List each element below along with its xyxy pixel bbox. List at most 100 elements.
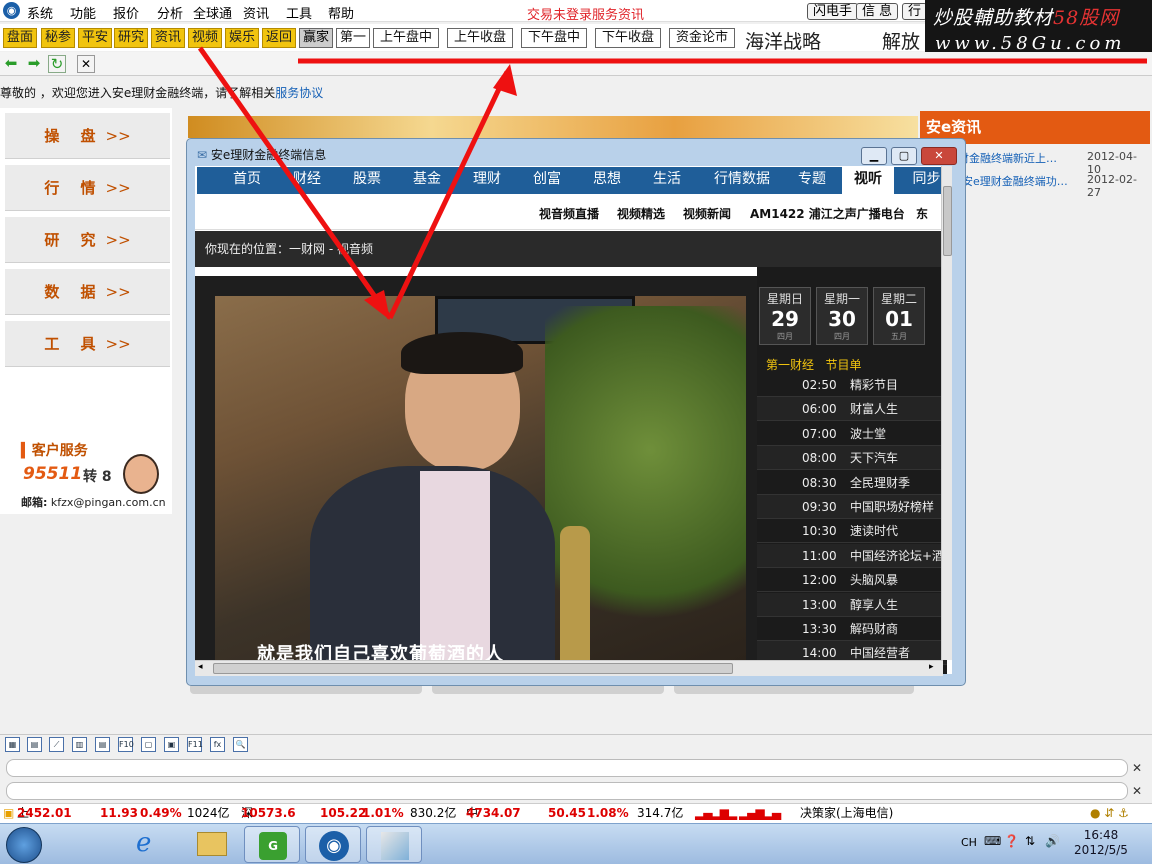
horizontal-scrollbar[interactable]: ◂ ▸ [195,660,943,676]
menu-global[interactable]: 全球通 [193,3,232,22]
menu-help[interactable]: 帮助 [328,3,354,22]
start-button[interactable] [6,827,42,863]
keyboard-icon[interactable]: ⌨ [984,834,1001,848]
toolbar-news[interactable]: 资讯 [151,28,186,48]
close-icon[interactable]: ✕ [1132,784,1142,798]
scroll-thumb[interactable] [943,186,952,256]
schedule-row[interactable]: 02:50 精彩节目 [757,373,947,397]
subnav-video-news[interactable]: 视频新闻 [683,205,731,222]
pingan-taskbar-icon[interactable]: ◉ [305,826,361,863]
tab-topics[interactable]: 专题 [787,167,837,194]
menu-tools[interactable]: 工具 [286,3,312,22]
toolbar-research[interactable]: 研究 [114,28,149,48]
subnav-more[interactable]: 东 [916,205,928,222]
strip-icon-4[interactable]: ▥ [72,737,87,752]
row-button[interactable]: 行 [902,3,928,20]
scroll-thumb[interactable] [213,663,733,674]
day-tuesday[interactable]: 星期二 01 五月 [873,287,925,345]
sidebar-item-tools[interactable]: 工 具 >> [5,321,170,367]
tab-create[interactable]: 创富 [522,167,572,194]
trade-status-link[interactable]: 交易未登录 [527,4,592,23]
service-news-link[interactable]: 服务资讯 [592,4,644,23]
toolbar-video[interactable]: 视频 [188,28,223,48]
toolbar-first[interactable]: 第一 [336,28,371,48]
tab-av[interactable]: 视听 [842,167,894,194]
ie-taskbar-icon[interactable]: e [122,826,178,863]
network-icon[interactable]: ⇅ [1025,834,1035,848]
f11-icon[interactable]: F11 [187,737,203,752]
close-button[interactable]: ✕ [921,147,957,165]
toolbar-mican[interactable]: 秘参 [41,28,76,48]
strip-icon-2[interactable]: ▤ [27,737,42,752]
toolbar-fund-talk[interactable]: 资金论市 [669,28,736,48]
tab-funds[interactable]: 基金 [402,167,452,194]
tab-market-data[interactable]: 行情数据 [702,167,782,194]
volume-icon[interactable]: 🔊 [1045,834,1060,848]
scroll-left-icon[interactable]: ◂ [198,662,203,672]
command-input-2[interactable] [6,782,1128,800]
maximize-button[interactable]: ▢ [891,147,917,165]
menu-system[interactable]: 系统 [27,3,53,22]
tab-home[interactable]: 首页 [222,167,272,194]
sidebar-item-trading[interactable]: 操 盘 >> [5,113,170,159]
search-icon[interactable]: 🔍 [233,737,248,752]
help-icon[interactable]: ❓ [1004,834,1019,848]
schedule-row[interactable]: 09:30 中国职场好榜样 [757,495,947,519]
strip-icon-5[interactable]: ▤ [95,737,110,752]
menu-news[interactable]: 资讯 [243,3,269,22]
strip-icon-8[interactable]: ▣ [164,737,179,752]
tab-finance[interactable]: 财经 [282,167,332,194]
subnav-radio[interactable]: AM1422 浦江之声广播电台 [750,205,905,222]
forward-arrow-icon[interactable]: ➡ [25,55,43,73]
schedule-row[interactable]: 08:00 天下汽车 [757,446,947,471]
toolbar-pm-intraday[interactable]: 下午盘中 [521,28,588,48]
formula-icon[interactable]: fx [210,737,225,752]
menu-analysis[interactable]: 分析 [157,3,183,22]
day-sunday[interactable]: 星期日 29 四月 [759,287,811,345]
info-button[interactable]: 信 息 [856,3,899,20]
schedule-row[interactable]: 13:30 解码财商 [757,617,947,641]
back-arrow-icon[interactable]: ⬅ [2,55,20,73]
schedule-row[interactable]: 12:00 头脑风暴 [757,568,947,593]
sidebar-item-research[interactable]: 研 究 >> [5,217,170,263]
schedule-row[interactable]: 10:30 速读时代 [757,519,947,544]
refresh-icon[interactable]: ↻ [48,55,66,73]
strip-icon-1[interactable]: ▦ [5,737,20,752]
stop-icon[interactable]: ✕ [77,55,95,73]
schedule-row[interactable]: 11:00 中国经济论坛+酒 [757,543,947,568]
toolbar-winner[interactable]: 赢家 [299,28,334,48]
toolbar-am-intraday[interactable]: 上午盘中 [373,28,440,48]
subnav-live[interactable]: 视音频直播 [539,205,599,222]
schedule-row[interactable]: 06:00 财富人生 [757,397,947,422]
schedule-row[interactable]: 07:00 波士堂 [757,421,947,446]
flash-trade-button[interactable]: 闪电手 [807,3,859,20]
subnav-featured[interactable]: 视频精选 [617,205,665,222]
f10-icon[interactable]: F10 [118,737,134,752]
minimize-button[interactable]: ▁ [861,147,887,165]
service-agreement-link[interactable]: 服务协议 [275,86,323,100]
toolbar-entertainment[interactable]: 娱乐 [225,28,260,48]
folder-taskbar-icon[interactable] [183,826,239,863]
vertical-scrollbar[interactable] [941,166,952,660]
close-icon[interactable]: ✕ [1132,761,1142,775]
strip-icon-7[interactable]: ▢ [141,737,156,752]
paint-taskbar-icon[interactable] [366,826,422,863]
tab-thoughts[interactable]: 思想 [582,167,632,194]
toolbar-pingan[interactable]: 平安 [78,28,113,48]
clock[interactable]: 16:48 2012/5/5 [1067,828,1135,858]
menu-function[interactable]: 功能 [70,3,96,22]
toolbar-pm-close[interactable]: 下午收盘 [595,28,662,48]
schedule-row[interactable]: 13:00 醇享人生 [757,592,947,617]
day-monday[interactable]: 星期一 30 四月 [816,287,868,345]
sidebar-item-market[interactable]: 行 情 >> [5,165,170,211]
chart-line-icon[interactable]: ⟋ [49,737,64,752]
tab-life[interactable]: 生活 [642,167,692,194]
command-input-1[interactable] [6,759,1128,777]
schedule-row[interactable]: 08:30 全民理财季 [757,470,947,495]
menu-quote[interactable]: 报价 [113,3,139,22]
lang-indicator[interactable]: CH [961,836,977,849]
video-player[interactable]: 就是我们自己喜欢葡萄酒的人 [215,296,746,660]
tab-stocks[interactable]: 股票 [342,167,392,194]
sidebar-item-data[interactable]: 数 据 >> [5,269,170,315]
scroll-right-icon[interactable]: ▸ [929,662,934,672]
